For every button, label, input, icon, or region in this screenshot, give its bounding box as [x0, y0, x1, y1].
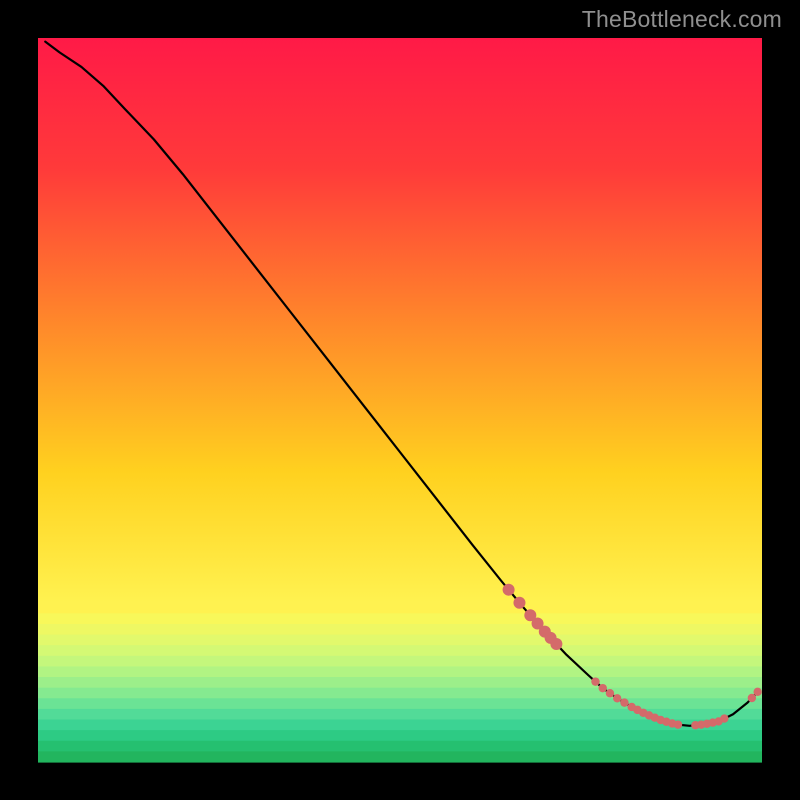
curve-marker: [550, 638, 562, 650]
curve-marker: [503, 584, 515, 596]
curve-marker: [591, 677, 599, 685]
curve-marker: [513, 597, 525, 609]
curve-marker: [613, 694, 621, 702]
chart-stage: TheBottleneck.com: [0, 0, 800, 800]
curve-marker: [674, 720, 682, 728]
curve-marker: [748, 694, 756, 702]
curve-marker: [620, 698, 628, 706]
curve-marker: [606, 689, 614, 697]
curve-marker: [753, 688, 761, 696]
bottleneck-curve-chart: [0, 0, 800, 800]
curve-marker: [720, 714, 728, 722]
watermark-text: TheBottleneck.com: [582, 6, 782, 33]
curve-marker: [599, 684, 607, 692]
